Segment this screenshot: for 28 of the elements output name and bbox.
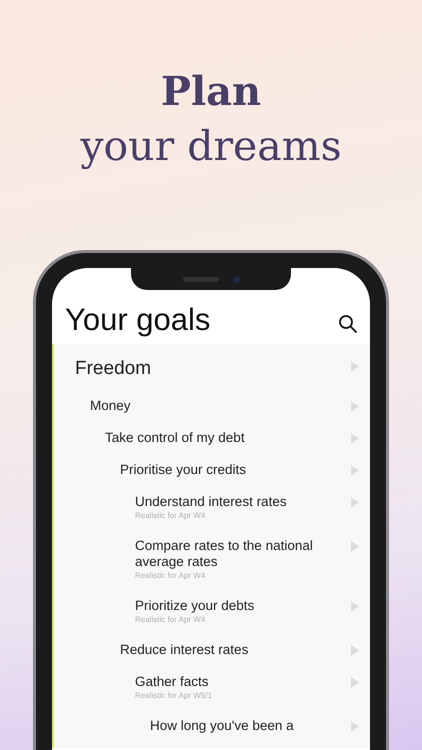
headline-subtitle: your dreams (80, 121, 342, 172)
search-icon[interactable] (338, 314, 358, 334)
goal-title[interactable]: Prioritize your debts (135, 598, 337, 614)
goal-note: Realistic for Apr W5/1 (135, 690, 213, 702)
goal-title[interactable]: Compare rates to the national average rates (135, 538, 337, 570)
screen-title: Your goals (65, 302, 210, 338)
goal-note: Realistic for Apr W4 (135, 510, 206, 522)
expand-arrow-icon[interactable] (351, 433, 359, 444)
goal-title[interactable]: Understand interest rates (135, 494, 337, 510)
expand-arrow-icon[interactable] (351, 677, 359, 688)
expand-arrow-icon[interactable] (351, 645, 359, 656)
goal-title[interactable]: Freedom (75, 358, 337, 380)
goal-title[interactable]: Take control of my debt (105, 430, 337, 446)
goal-note: Realistic for Apr W4 (135, 570, 206, 582)
expand-arrow-icon[interactable] (351, 497, 359, 508)
goal-title[interactable]: Prioritise your credits (120, 462, 337, 478)
expand-arrow-icon[interactable] (351, 401, 359, 412)
expand-arrow-icon[interactable] (351, 601, 359, 612)
goal-title[interactable]: How long you've been a (150, 718, 337, 734)
goal-note: Realistic for Apr W4 (135, 614, 206, 626)
goal-title[interactable]: Money (90, 398, 337, 414)
expand-arrow-icon[interactable] (351, 721, 359, 732)
expand-arrow-icon[interactable] (351, 465, 359, 476)
expand-arrow-icon[interactable] (351, 541, 359, 552)
goal-title[interactable]: Gather facts (135, 674, 337, 690)
goal-title[interactable]: Reduce interest rates (120, 642, 337, 658)
expand-arrow-icon[interactable] (351, 361, 359, 372)
headline-title: Plan (160, 67, 262, 117)
